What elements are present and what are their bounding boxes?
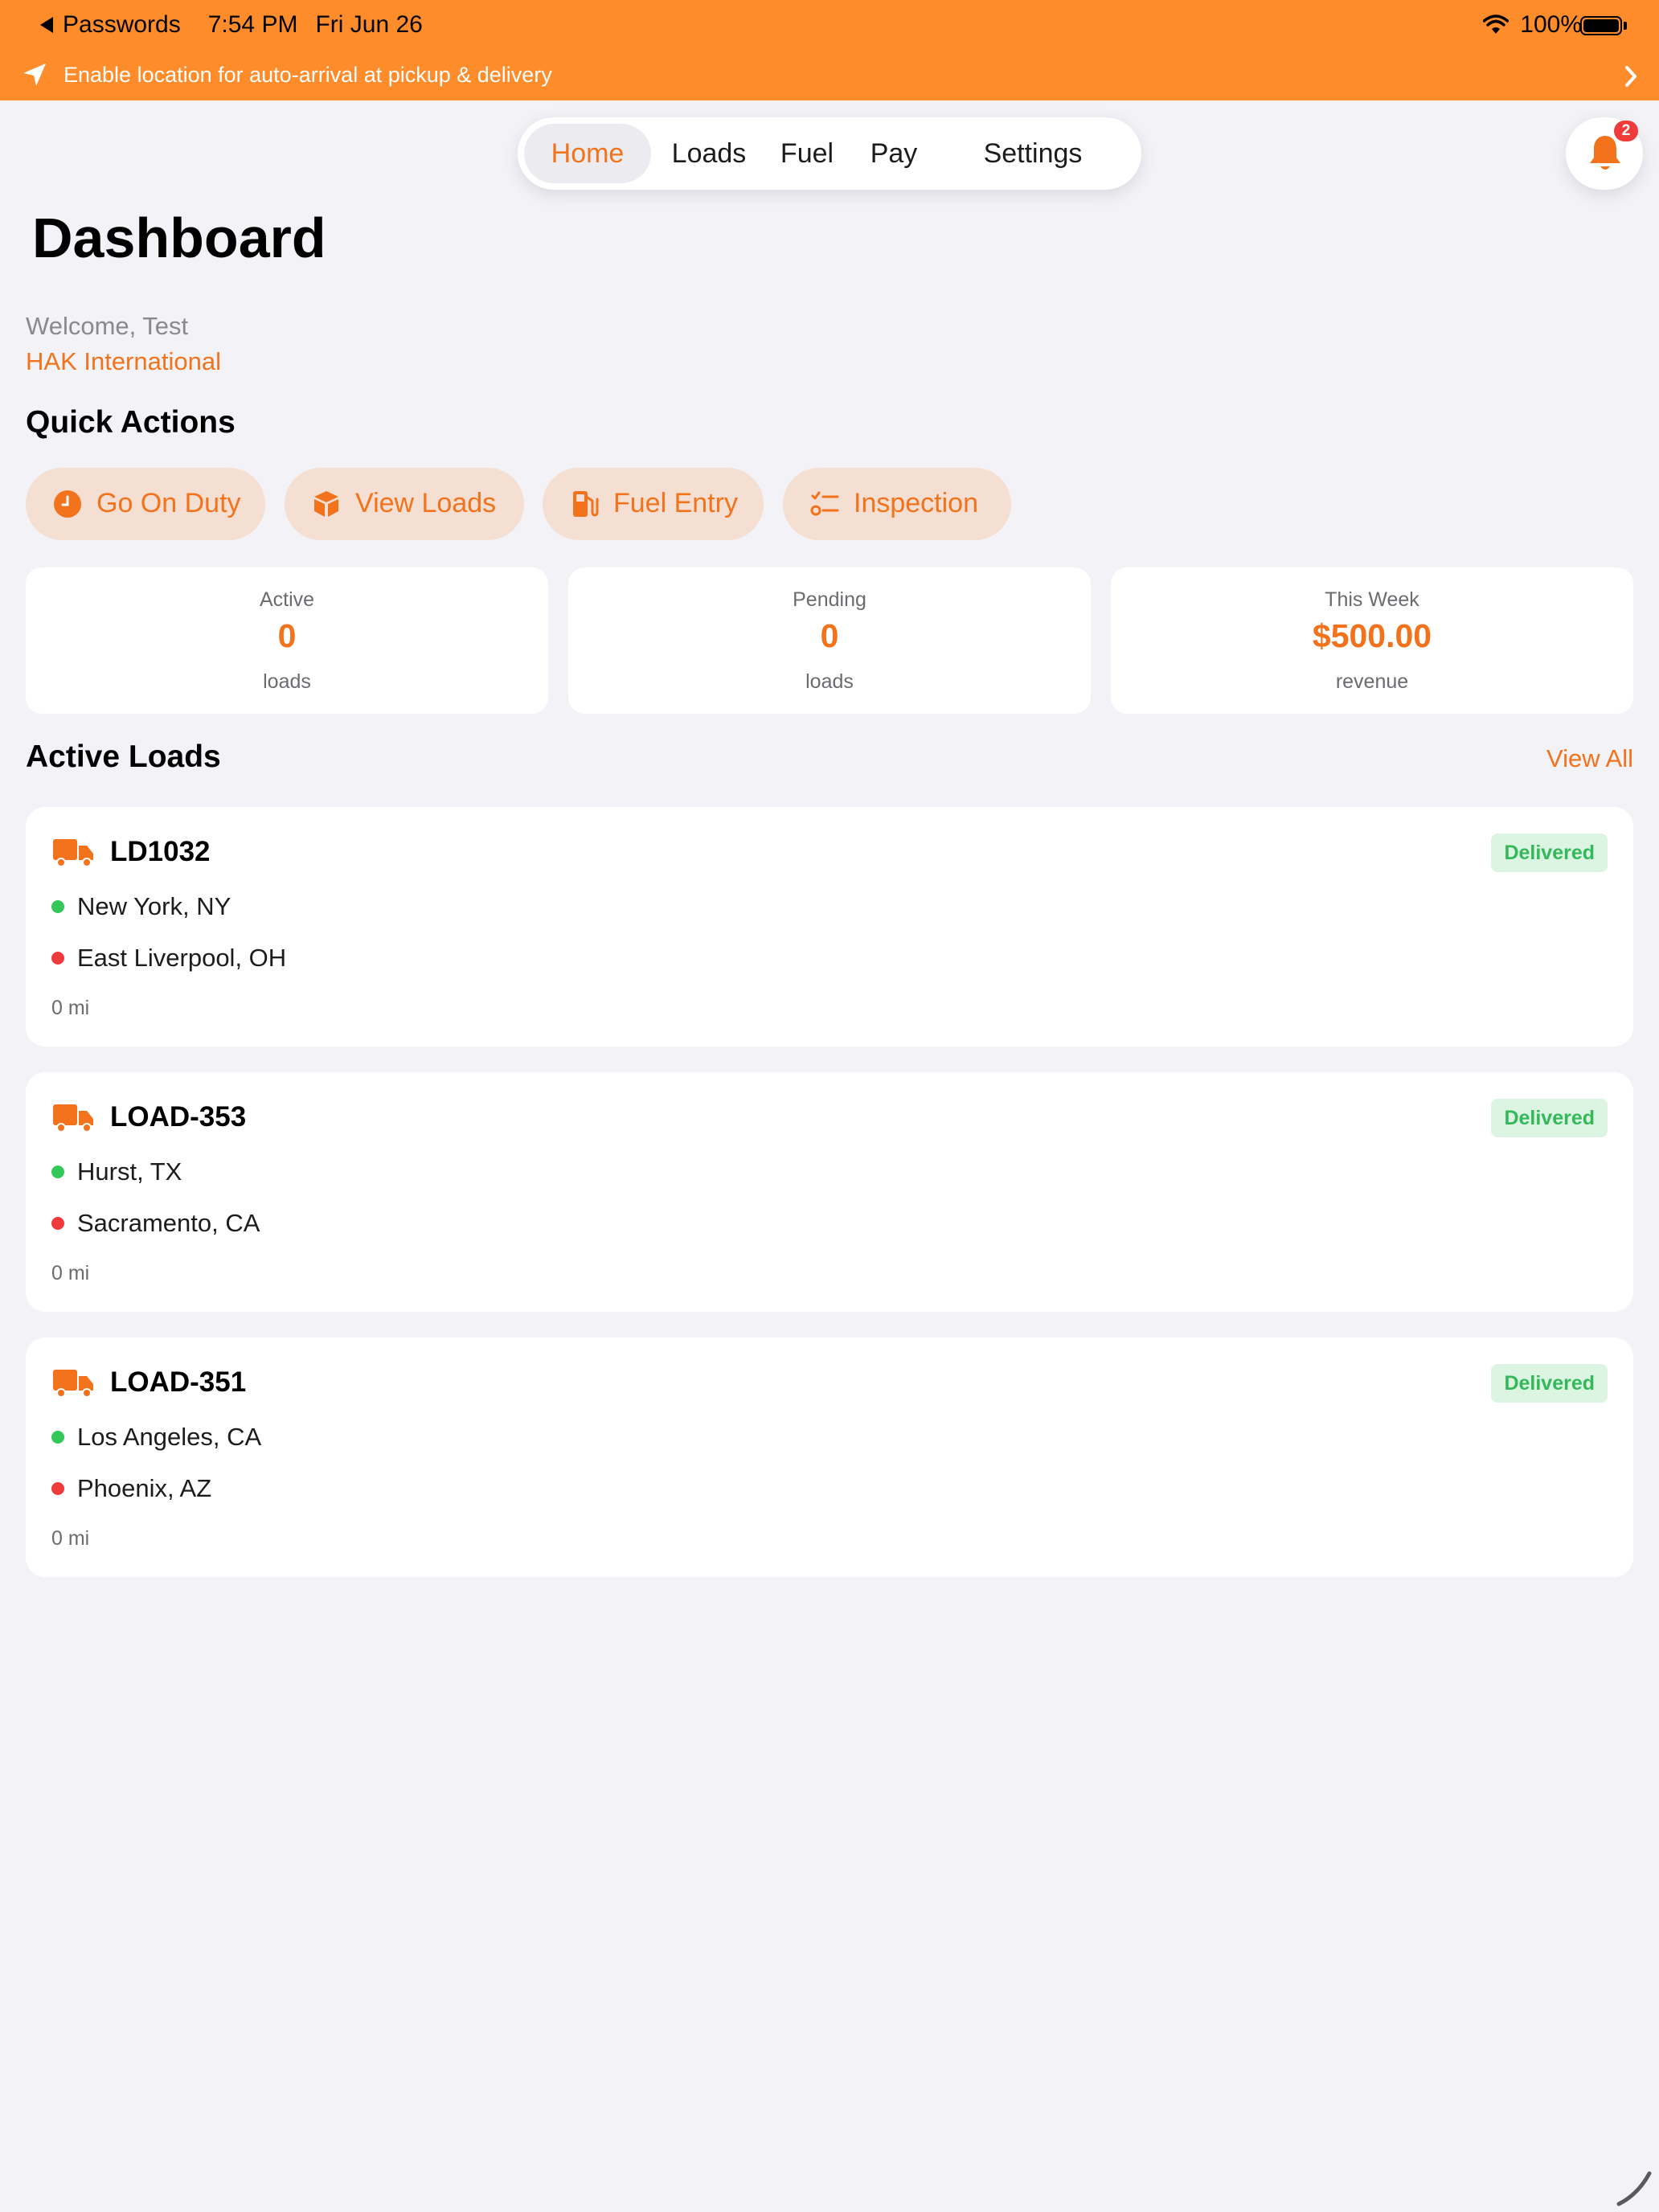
location-arrow-icon <box>23 63 46 86</box>
origin-dot <box>51 1431 64 1444</box>
tab-loads[interactable]: Loads <box>659 124 759 183</box>
stat-value: $500.00 <box>1312 617 1432 654</box>
destination-dot <box>51 1217 64 1230</box>
origin-dot <box>51 900 64 913</box>
inspection-button[interactable]: Inspection <box>783 468 1011 540</box>
checklist-icon <box>810 491 839 516</box>
stat-value: 0 <box>820 617 839 654</box>
inspection-label: Inspection <box>854 488 978 518</box>
date: Fri Jun 26 <box>315 11 423 38</box>
chevron-right-icon <box>1625 66 1636 87</box>
location-banner[interactable]: Enable location for auto-arrival at pick… <box>0 51 1659 100</box>
stat-label: Active <box>259 588 315 611</box>
truck-icon <box>53 1370 93 1398</box>
origin-city: Los Angeles, CA <box>77 1423 262 1451</box>
load-id: LD1032 <box>110 836 211 867</box>
stat-value: 0 <box>277 617 297 654</box>
load-card[interactable]: LOAD-353 Delivered Hurst, TX Sacramento,… <box>26 1072 1633 1312</box>
tab-fuel[interactable]: Fuel <box>767 124 847 183</box>
back-arrow-icon <box>40 17 53 33</box>
wifi-icon <box>1483 14 1509 34</box>
view-all-link[interactable]: View All <box>1546 744 1633 773</box>
tab-pay[interactable]: Pay <box>855 124 932 183</box>
load-id: LOAD-353 <box>110 1101 247 1133</box>
view-loads-label: View Loads <box>355 488 497 518</box>
stat-unit: loads <box>805 670 854 693</box>
destination-dot <box>51 952 64 965</box>
stat-label: This Week <box>1325 588 1419 611</box>
battery-percent: 100% <box>1520 11 1582 38</box>
truck-icon <box>53 839 93 867</box>
location-banner-text: Enable location for auto-arrival at pick… <box>63 63 552 87</box>
tab-home[interactable]: Home <box>524 124 651 183</box>
app-screen: Passwords 7:54 PM Fri Jun 26 100% Enable… <box>0 0 1659 2212</box>
fuel-pump-icon <box>573 491 599 517</box>
welcome-text: Welcome, Test <box>26 312 189 340</box>
status-badge: Delivered <box>1491 1364 1608 1403</box>
load-id: LOAD-351 <box>110 1366 247 1398</box>
company-name: HAK International <box>26 347 221 375</box>
load-card[interactable]: LOAD-351 Delivered Los Angeles, CA Phoen… <box>26 1337 1633 1577</box>
clock: 7:54 PM <box>207 11 298 38</box>
tab-settings[interactable]: Settings <box>940 124 1125 183</box>
notification-count-badge: 2 <box>1614 121 1638 141</box>
origin-dot <box>51 1165 64 1178</box>
back-app-label: Passwords <box>63 11 181 38</box>
load-miles: 0 mi <box>51 997 90 1019</box>
truck-icon <box>53 1104 93 1133</box>
tab-bar: Home Loads Fuel Pay Settings <box>518 117 1141 190</box>
go-on-duty-button[interactable]: Go On Duty <box>26 468 265 540</box>
active-loads-title: Active Loads <box>26 739 221 774</box>
status-bar: Passwords 7:54 PM Fri Jun 26 100% <box>0 0 1659 51</box>
package-icon <box>314 491 338 517</box>
stat-label: Pending <box>793 588 866 611</box>
stat-unit: revenue <box>1335 670 1409 693</box>
load-miles: 0 mi <box>51 1527 90 1550</box>
fuel-entry-button[interactable]: Fuel Entry <box>543 468 764 540</box>
battery-icon <box>1580 16 1622 35</box>
stat-card-active: Active 0 loads <box>26 567 548 714</box>
view-loads-button[interactable]: View Loads <box>285 468 524 540</box>
status-indicators: 100% <box>1483 11 1582 39</box>
stat-card-pending: Pending 0 loads <box>568 567 1091 714</box>
destination-city: Sacramento, CA <box>77 1209 260 1237</box>
load-miles: 0 mi <box>51 1262 90 1284</box>
page-title: Dashboard <box>32 207 326 269</box>
fuel-entry-label: Fuel Entry <box>613 488 738 518</box>
clock-icon <box>54 490 81 518</box>
stat-unit: loads <box>263 670 311 693</box>
load-card[interactable]: LD1032 Delivered New York, NY East Liver… <box>26 807 1633 1047</box>
stat-card-this-week: This Week $500.00 revenue <box>1111 567 1633 714</box>
status-badge: Delivered <box>1491 834 1608 872</box>
back-to-app[interactable]: Passwords 7:54 PM Fri Jun 26 <box>40 11 423 39</box>
origin-city: New York, NY <box>77 892 231 920</box>
quick-actions-title: Quick Actions <box>26 405 236 440</box>
destination-city: Phoenix, AZ <box>77 1474 212 1502</box>
destination-dot <box>51 1482 64 1495</box>
origin-city: Hurst, TX <box>77 1157 182 1186</box>
battery-nub <box>1624 22 1627 30</box>
destination-city: East Liverpool, OH <box>77 944 287 972</box>
pencil-indicator-icon <box>1616 2171 1652 2206</box>
status-badge: Delivered <box>1491 1099 1608 1137</box>
notifications-button[interactable]: 2 <box>1566 117 1643 190</box>
go-on-duty-label: Go On Duty <box>96 488 241 518</box>
